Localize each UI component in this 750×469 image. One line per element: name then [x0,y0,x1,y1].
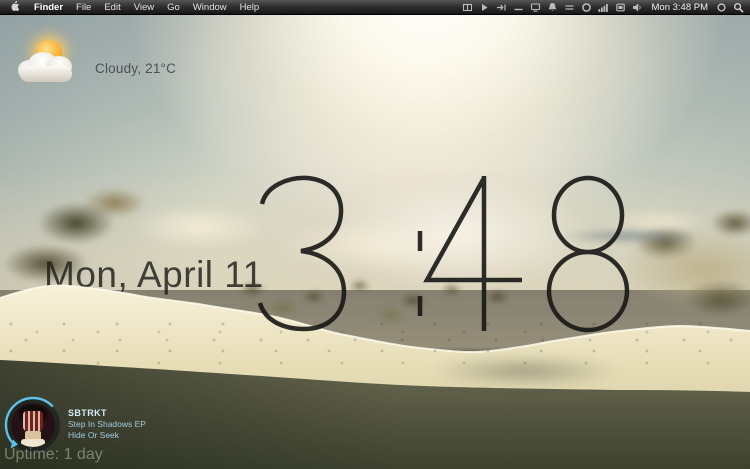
display-icon[interactable] [530,2,541,13]
minimize-icon[interactable] [513,2,524,13]
menu-item-finder[interactable]: Finder [34,2,63,13]
menu-item-edit[interactable]: Edit [104,2,120,13]
monitor-icon[interactable] [615,2,626,13]
desktop[interactable]: Mon, April 11 Cloudy, [0,0,750,469]
ring-icon[interactable] [581,2,592,13]
menu-item-go[interactable]: Go [167,2,180,13]
menu-item-file[interactable]: File [76,2,91,13]
now-playing-album: Step In Shadows EP [68,419,146,430]
menu-bar-clock[interactable]: Mon 3:48 PM [652,2,709,13]
speaker-icon[interactable] [632,2,643,13]
wallpaper-footprints [430,356,620,386]
window-grid-icon[interactable] [462,2,473,13]
desktop-clock-time [250,174,670,334]
bell-icon[interactable] [547,2,558,13]
menu-item-view[interactable]: View [134,2,154,13]
play-icon[interactable] [479,2,490,13]
album-art [11,403,55,447]
now-playing-artist: SBTRKT [68,408,146,419]
forward-arrow-icon[interactable] [496,2,507,13]
uptime-label: Uptime: 1 day [4,446,103,464]
equals-icon[interactable] [564,2,575,13]
spotlight-search-icon[interactable] [733,2,744,13]
now-playing-track: Hide Or Seek [68,430,146,441]
signal-bars-icon[interactable] [598,2,609,13]
user-circle-icon[interactable] [716,2,727,13]
weather-widget: Cloudy, 21°C [18,38,278,98]
menu-item-window[interactable]: Window [193,2,227,13]
weather-condition-label: Cloudy, 21°C [95,61,176,76]
menu-item-help[interactable]: Help [240,2,260,13]
menu-bar: Finder File Edit View Go Window Help Mon… [0,0,750,15]
apple-icon[interactable] [9,1,21,14]
